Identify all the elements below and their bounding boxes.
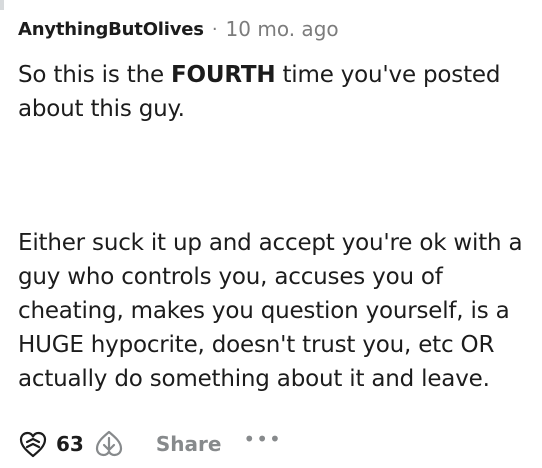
vote-count: 63	[56, 432, 84, 456]
comment-actions: 63 Share •••	[18, 424, 282, 464]
timestamp[interactable]: 10 mo. ago	[226, 17, 339, 41]
paragraph-1-before: So this is the	[18, 62, 172, 88]
username[interactable]: AnythingButOlives	[18, 19, 204, 40]
more-options-button[interactable]: •••	[243, 427, 281, 451]
separator-dot: ·	[211, 18, 218, 40]
comment-paragraph-1: So this is the FOURTH time you've posted…	[18, 58, 528, 126]
comment-header: AnythingButOlives · 10 mo. ago	[18, 16, 339, 42]
comment-body: So this is the FOURTH time you've posted…	[18, 58, 528, 396]
downvote-heart-icon[interactable]	[94, 430, 124, 458]
upvote-heart-icon[interactable]	[18, 430, 48, 458]
share-button[interactable]: Share	[156, 432, 222, 456]
comment-paragraph-2: Either suck it up and accept you're ok w…	[18, 230, 523, 392]
paragraph-1-bold: FOURTH	[171, 62, 276, 88]
thread-line	[0, 0, 4, 10]
